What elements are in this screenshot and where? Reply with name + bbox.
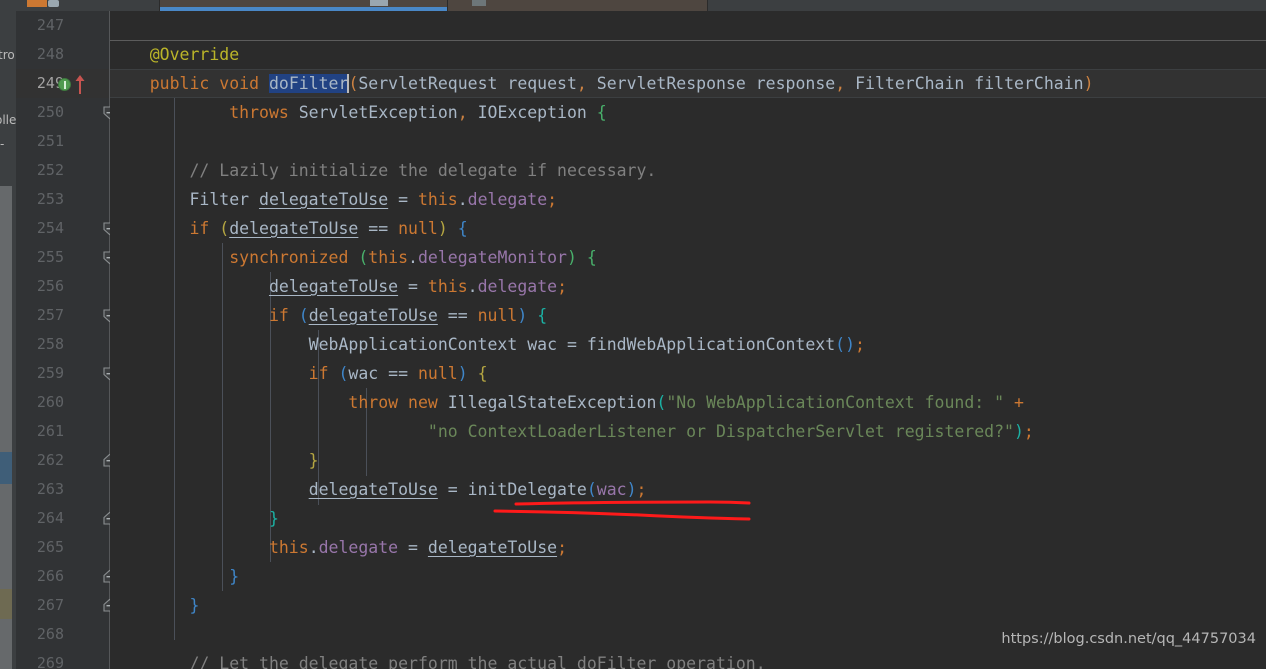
code-line-256[interactable]: delegateToUse = this.delegate; <box>110 272 1266 301</box>
gutter-line-number[interactable]: 266 <box>16 562 64 591</box>
gutter-line-number[interactable]: 263 <box>16 475 64 504</box>
editor-tab-strip <box>0 0 1266 11</box>
code-line-250[interactable]: throws ServletException, IOException { <box>110 98 1266 127</box>
gutter-line-number[interactable]: 255 <box>16 243 64 272</box>
code-editor[interactable]: 247 248 249 250 251 252 253 254 255 256 257 258 259 2… <box>16 11 1266 669</box>
code-lines[interactable]: @Override public void doFilter(ServletRe… <box>110 11 1266 669</box>
code-line-261[interactable]: "no ContextLoaderListener or DispatcherS… <box>110 417 1266 446</box>
gutter-line-number[interactable]: 269 <box>16 649 64 669</box>
gutter-line-number[interactable]: 261 <box>16 417 64 446</box>
gutter-line-number[interactable]: 247 <box>16 11 64 40</box>
editor-tab-2[interactable] <box>448 0 708 11</box>
code-line-247[interactable] <box>110 11 1266 40</box>
code-line-265[interactable]: this.delegate = delegateToUse; <box>110 533 1266 562</box>
tab-file-icon-grey <box>48 0 59 7</box>
csdn-watermark: https://blog.csdn.net/qq_44757034 <box>1001 631 1256 647</box>
editor-tab-1-active[interactable] <box>160 0 448 11</box>
gutter-line-number[interactable]: 259 <box>16 359 64 388</box>
ide-window: tro olle - 24724824925025125225325425525… <box>0 0 1266 669</box>
gutter-line-number[interactable]: 265 <box>16 533 64 562</box>
tab-label-glyph-a <box>370 0 388 6</box>
code-line-260[interactable]: throw new IllegalStateException("No WebA… <box>110 388 1266 417</box>
code-line-255[interactable]: synchronized (this.delegateMonitor) { <box>110 243 1266 272</box>
background-panel-text-2: olle <box>0 113 17 127</box>
code-canvas[interactable]: @Override public void doFilter(ServletRe… <box>110 11 1266 669</box>
editor-tab-0[interactable] <box>0 0 160 11</box>
code-line-267[interactable]: } <box>110 591 1266 620</box>
gutter-line-number[interactable]: 251 <box>16 127 64 156</box>
overriding-method-icon[interactable] <box>74 73 86 95</box>
code-line-264[interactable]: } <box>110 504 1266 533</box>
tab-label-glyph-b <box>472 0 486 6</box>
code-line-257[interactable]: if (delegateToUse == null) { <box>110 301 1266 330</box>
gutter-line-number[interactable]: 268 <box>16 620 64 649</box>
gutter-line-number[interactable]: 257 <box>16 301 64 330</box>
code-line-248[interactable]: @Override <box>110 40 1266 69</box>
gutter-line-number[interactable]: 249 <box>16 69 64 98</box>
editor-tab-strip-filler <box>708 0 1266 11</box>
tab-separator-2 <box>707 0 708 11</box>
tab-separator-1 <box>447 0 448 11</box>
gutter-line-number[interactable]: 250 <box>16 98 64 127</box>
code-line-254[interactable]: if (delegateToUse == null) { <box>110 214 1266 243</box>
code-line-262[interactable]: } <box>110 446 1266 475</box>
gutter-line-number[interactable]: 254 <box>16 214 64 243</box>
tab-separator-0 <box>159 0 160 11</box>
gutter-line-number[interactable]: 256 <box>16 272 64 301</box>
code-line-253[interactable]: Filter delegateToUse = this.delegate; <box>110 185 1266 214</box>
implementing-method-icon[interactable] <box>58 78 71 91</box>
code-line-258[interactable]: WebApplicationContext wac = findWebAppli… <box>110 330 1266 359</box>
code-line-263[interactable]: delegateToUse = initDelegate(wac); <box>110 475 1266 504</box>
code-line-259[interactable]: if (wac == null) { <box>110 359 1266 388</box>
code-line-249[interactable]: public void doFilter(ServletRequest requ… <box>110 69 1266 98</box>
gutter-line-number[interactable]: 252 <box>16 156 64 185</box>
gutter-line-number[interactable]: 264 <box>16 504 64 533</box>
editor-gutter[interactable]: 247 248 249 250 251 252 253 254 255 256 257 258 259 2… <box>16 11 110 669</box>
gutter-line-number[interactable]: 253 <box>16 185 64 214</box>
code-line-266[interactable]: } <box>110 562 1266 591</box>
gutter-line-number[interactable]: 262 <box>16 446 64 475</box>
background-panel-text-3: - <box>0 137 5 151</box>
code-line-269[interactable]: // Let the delegate perform the actual d… <box>110 649 1266 669</box>
tab-file-icon-orange <box>27 0 47 7</box>
gutter-line-number[interactable]: 267 <box>16 591 64 620</box>
background-panel-text-1: tro <box>0 48 15 62</box>
gutter-line-number[interactable]: 260 <box>16 388 64 417</box>
gutter-line-number[interactable]: 248 <box>16 40 64 69</box>
code-line-251[interactable] <box>110 127 1266 156</box>
code-line-252[interactable]: // Lazily initialize the delegate if nec… <box>110 156 1266 185</box>
gutter-line-number[interactable]: 258 <box>16 330 64 359</box>
